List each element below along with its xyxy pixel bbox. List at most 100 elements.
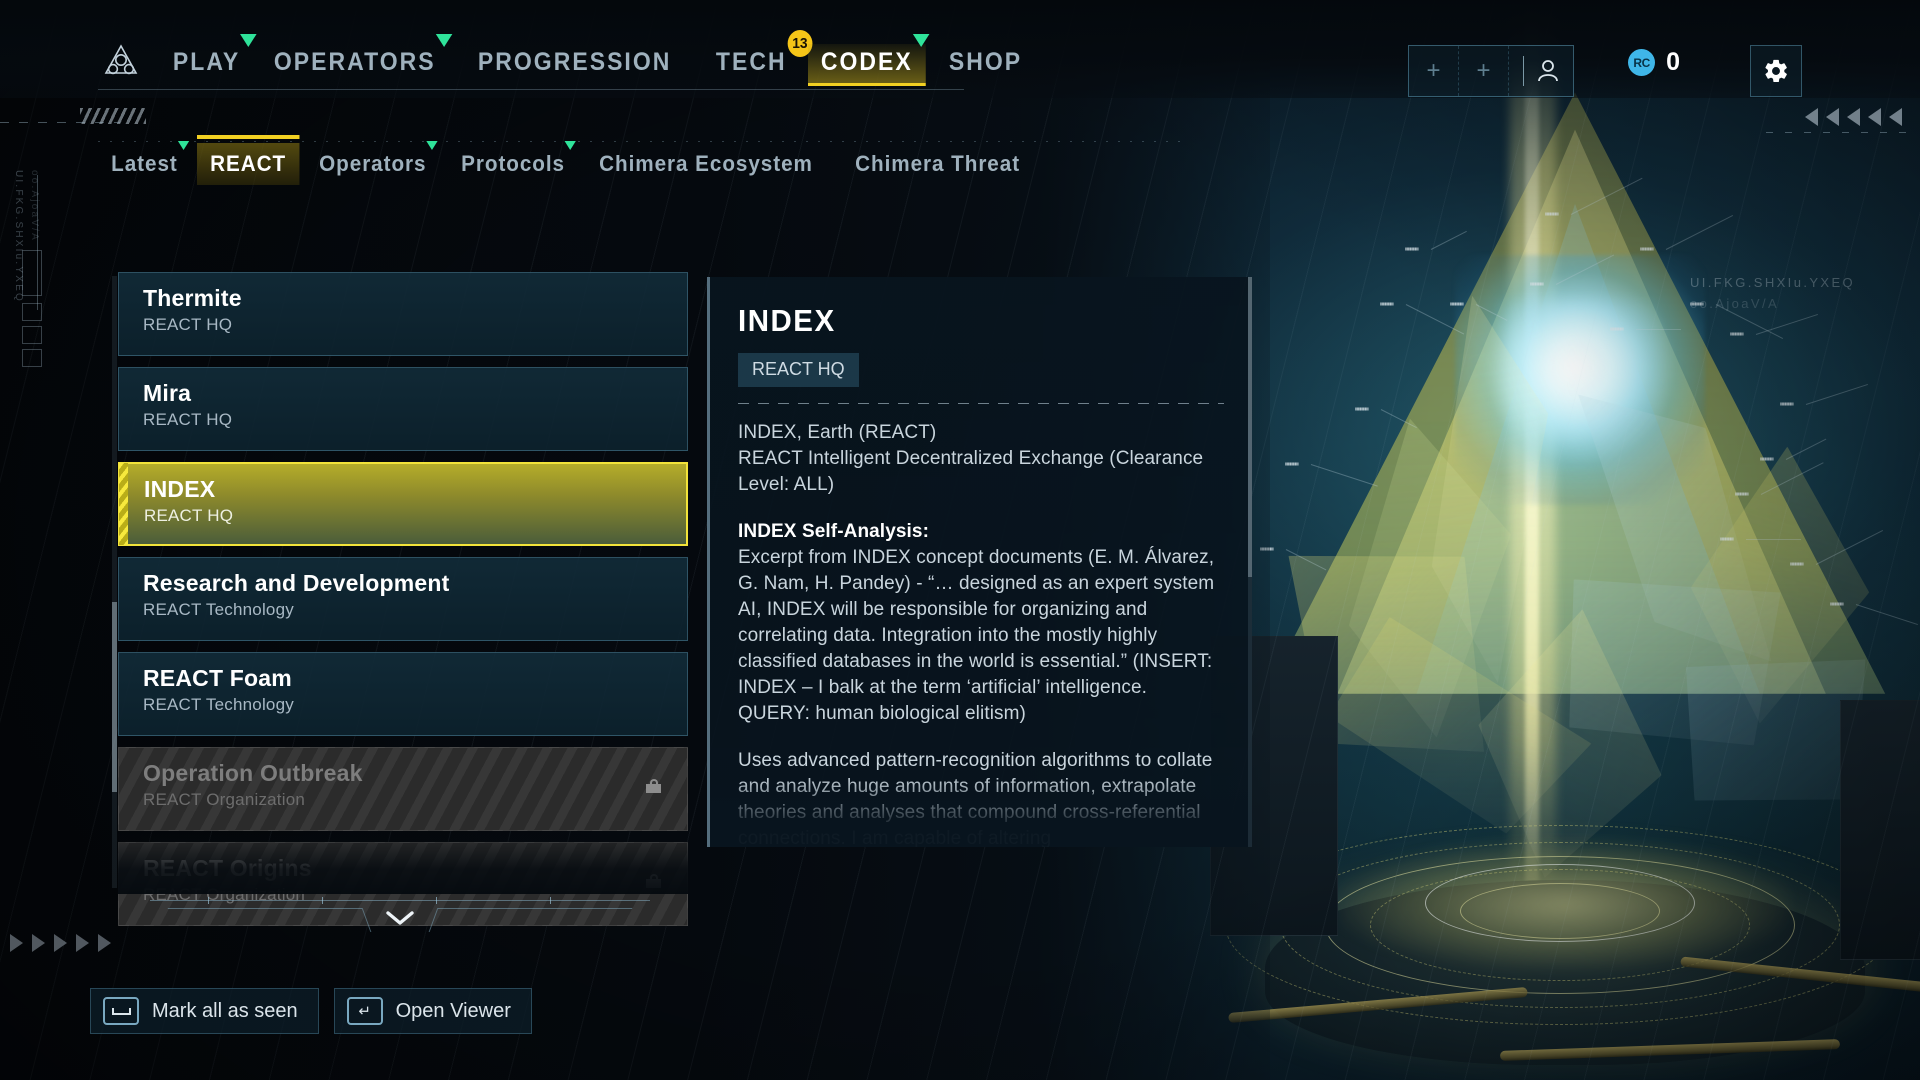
spacebar-key-icon	[103, 997, 139, 1025]
codex-item-title: Research and Development	[143, 570, 450, 596]
rc-coin-icon: RC	[1628, 49, 1656, 76]
nav-item-label: SHOP	[949, 48, 1023, 76]
dashed-rule-decoration	[0, 122, 120, 123]
detail-paragraph: Uses advanced pattern-recognition algori…	[738, 748, 1222, 847]
scroll-more-bracket-left	[167, 908, 372, 932]
person-icon	[1537, 60, 1558, 82]
detail-category-chip: REACT HQ	[738, 353, 859, 387]
new-content-marker-icon	[564, 141, 577, 150]
top-right-arrow-decoration	[1805, 108, 1902, 126]
list-scrollbar-thumb[interactable]	[112, 602, 117, 792]
nav-item-tech[interactable]: TECH 13	[703, 30, 813, 83]
codex-list-item[interactable]: Operation Outbreak REACT Organization	[118, 747, 688, 831]
codex-item-title: Thermite	[143, 285, 242, 311]
detail-scrollbar-thumb[interactable]	[1248, 277, 1252, 577]
nav-item-label: CODEX	[821, 48, 914, 76]
codex-list-item[interactable]: REACT Foam REACT Technology	[118, 652, 688, 736]
scroll-more-bracket-right	[428, 908, 633, 932]
detail-paragraph-heading: INDEX Self-Analysis:	[738, 521, 929, 542]
subtab-chimera-ecosystem[interactable]: Chimera Ecosystem	[586, 143, 826, 185]
codex-list-item[interactable]: Research and Development REACT Technology	[118, 557, 688, 641]
currency-amount: 0	[1666, 48, 1680, 76]
mark-all-as-seen-button[interactable]: Mark all as seen	[90, 988, 319, 1034]
new-content-marker-icon	[426, 141, 438, 150]
divider	[1522, 56, 1524, 86]
left-arrow-icon	[1868, 108, 1881, 126]
codex-item-title: REACT Origins	[143, 855, 312, 881]
codex-category-tabs: Latest REACT Operators Protocols Chimera Eco…	[98, 135, 1045, 185]
nav-item-shop[interactable]: SHOP	[936, 44, 1035, 83]
left-arrow-icon	[1805, 108, 1818, 126]
right-arrow-icon	[98, 934, 111, 952]
subtab-chimera-threat[interactable]: Chimera Threat	[842, 143, 1033, 185]
nav-item-label: OPERATORS	[274, 48, 436, 76]
subtab-dotted-rule	[98, 141, 1188, 142]
account-controls-group[interactable]: + +	[1408, 45, 1574, 97]
subtab-label: Latest	[111, 151, 178, 176]
new-content-marker-icon	[435, 34, 453, 47]
subtab-label: Chimera Threat	[854, 151, 1020, 176]
detail-paragraph-text: Excerpt from INDEX concept documents (E.…	[738, 547, 1215, 724]
codex-list-item[interactable]: Mira REACT HQ	[118, 367, 688, 451]
nav-item-label: PROGRESSION	[477, 48, 672, 76]
codex-entry-list[interactable]: Thermite REACT HQ Mira REACT HQ INDEX REACT H…	[112, 272, 688, 926]
footer-button-label: Mark all as seen	[152, 999, 298, 1022]
codex-item-category: REACT Technology	[143, 695, 294, 714]
scroll-more-indicator[interactable]	[150, 897, 650, 937]
nav-item-codex[interactable]: CODEX	[808, 34, 930, 86]
lock-icon	[646, 874, 661, 888]
primary-nav-list: PLAY OPERATORS PROGRESSION TECH 13 CODEX SHOP	[160, 30, 1044, 86]
detail-paragraph-text: Uses advanced pattern-recognition algori…	[738, 750, 1213, 847]
detail-paragraph: INDEX Self-Analysis: Excerpt from INDEX c…	[738, 519, 1222, 727]
left-decor-box-2	[22, 303, 42, 321]
nav-item-progression[interactable]: PROGRESSION	[465, 44, 684, 83]
detail-body-text: INDEX, Earth (REACT) REACT Intelligent D…	[738, 420, 1222, 847]
new-content-marker-icon	[240, 34, 257, 47]
codex-item-title: Mira	[143, 380, 192, 406]
codex-list-item[interactable]: INDEX REACT HQ	[118, 462, 688, 546]
open-viewer-button[interactable]: ↵ Open Viewer	[333, 988, 532, 1034]
codex-item-title: Operation Outbreak	[143, 760, 363, 786]
enter-key-icon: ↵	[346, 997, 383, 1025]
right-arrow-icon	[76, 934, 89, 952]
subtab-label: Operators	[318, 151, 427, 176]
settings-button[interactable]	[1750, 45, 1802, 97]
nav-item-operators[interactable]: OPERATORS	[261, 34, 453, 83]
subtab-operators[interactable]: Operators	[306, 141, 440, 185]
left-decor-box-1	[22, 250, 42, 296]
list-scrollbar-track[interactable]	[112, 276, 117, 888]
codex-item-title: REACT Foam	[143, 665, 292, 691]
currency-display[interactable]: RC 0	[1628, 48, 1680, 77]
left-arrow-icon	[1889, 108, 1902, 126]
lock-icon	[646, 779, 661, 793]
subtab-label: Chimera Ecosystem	[599, 151, 814, 176]
top-right-tick-decoration	[1766, 132, 1906, 133]
subtab-protocols[interactable]: Protocols	[448, 141, 578, 185]
subtab-label: REACT	[209, 151, 286, 176]
right-arrow-icon	[10, 934, 23, 952]
codex-list-item[interactable]: Thermite REACT HQ	[118, 272, 688, 356]
selection-indicator	[119, 463, 128, 545]
new-content-marker-icon	[177, 141, 189, 150]
plus-icon-1[interactable]: +	[1409, 46, 1459, 96]
left-vertical-code-text-2: oo.AjoaV/A	[29, 170, 40, 243]
subtab-react[interactable]: REACT	[196, 135, 300, 185]
subtab-label: Protocols	[460, 151, 565, 176]
left-arrow-icon	[1826, 108, 1839, 126]
codex-item-category: REACT Organization	[143, 790, 306, 809]
nav-item-play[interactable]: PLAY	[160, 34, 257, 83]
codex-detail-panel[interactable]: INDEX REACT HQ INDEX, Earth (REACT) REAC…	[707, 277, 1252, 847]
gear-icon	[1765, 59, 1787, 83]
detail-divider	[738, 403, 1224, 404]
subtab-latest[interactable]: Latest	[98, 141, 191, 185]
plus-icon-2[interactable]: +	[1459, 46, 1509, 96]
top-navigation-bar: PLAY OPERATORS PROGRESSION TECH 13 CODEX SHOP …	[0, 0, 1920, 98]
react-triangle-logo-icon	[104, 44, 138, 75]
detail-paragraph: INDEX, Earth (REACT) REACT Intelligent D…	[738, 420, 1222, 498]
chevron-down-icon[interactable]	[386, 910, 414, 926]
codex-item-title: INDEX	[144, 476, 216, 502]
codex-item-category: REACT HQ	[143, 315, 233, 334]
right-arrow-icon	[32, 934, 45, 952]
left-decor-box-3	[22, 326, 42, 344]
profile-button[interactable]	[1509, 46, 1573, 96]
